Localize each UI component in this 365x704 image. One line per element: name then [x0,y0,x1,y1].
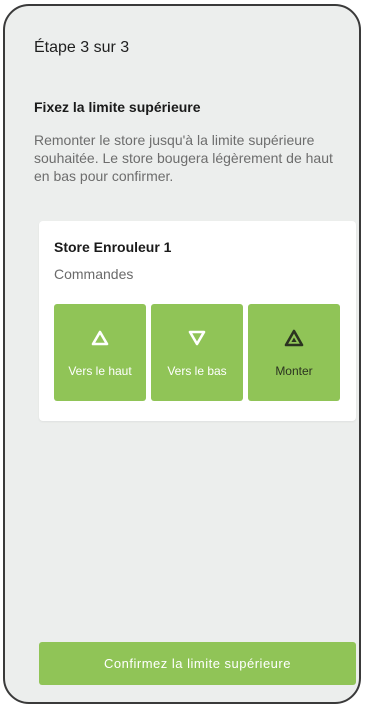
phone-frame: Étape 3 sur 3 Fixez la limite supérieure… [3,4,361,704]
up-button[interactable]: Vers le haut [54,304,146,401]
confirm-upper-limit-button[interactable]: Confirmez la limite supérieure [39,642,356,685]
instructions-text: Remonter le store jusqu'à la limite supé… [34,132,333,184]
raise-button[interactable]: Monter [248,304,340,401]
section-title: Fixez la limite supérieure [34,99,201,115]
down-button-label: Vers le bas [167,364,227,378]
down-button[interactable]: Vers le bas [151,304,243,401]
triangle-up-icon [91,330,109,346]
triangle-down-icon [188,330,206,346]
raise-icon [284,329,304,347]
up-button-label: Vers le haut [68,364,132,378]
step-indicator: Étape 3 sur 3 [34,39,130,56]
raise-button-label: Monter [275,364,313,378]
device-card: Store Enrouleur 1 Commandes Vers le haut… [39,221,356,421]
device-name: Store Enrouleur 1 [54,239,172,255]
controls-label: Commandes [54,266,134,282]
